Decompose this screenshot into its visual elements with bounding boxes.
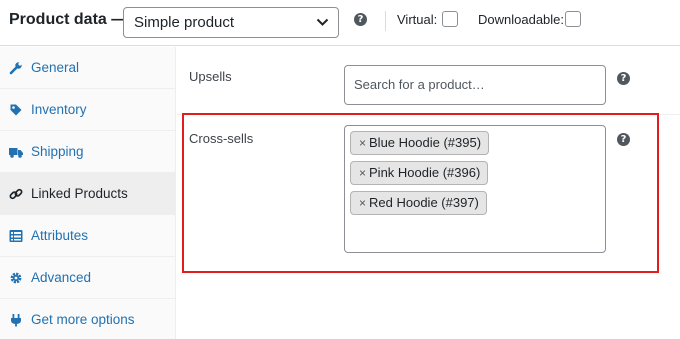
tab-attributes[interactable]: Attributes: [0, 215, 175, 257]
product-data-tabs: General Inventory Shipping Linked Produc…: [0, 47, 176, 339]
virtual-label: Virtual:: [397, 12, 438, 27]
chip-label: Pink Hoodie (#396): [369, 165, 481, 180]
tag-icon: [10, 104, 22, 116]
chevron-down-icon: [316, 18, 329, 26]
tab-label: General: [31, 60, 80, 75]
remove-chip-icon[interactable]: ×: [359, 166, 366, 180]
tab-general[interactable]: General: [0, 47, 175, 89]
remove-chip-icon[interactable]: ×: [359, 196, 366, 210]
product-data-header: Product data — Simple product ? Virtual:…: [0, 0, 680, 46]
wrench-icon: [9, 62, 22, 75]
tab-label: Shipping: [31, 144, 84, 159]
panel-title: Product data —: [9, 11, 128, 28]
tab-label: Attributes: [31, 228, 89, 243]
linked-products-panel: Upsells Search for a product… ? Cross-se…: [177, 47, 680, 339]
chip-label: Red Hoodie (#397): [369, 195, 479, 210]
chip-label: Blue Hoodie (#395): [369, 135, 482, 150]
list-icon: [9, 230, 23, 242]
tab-label: Advanced: [31, 270, 92, 285]
crosssells-help-icon[interactable]: ?: [617, 133, 630, 146]
crosssells-label: Cross-sells: [189, 131, 254, 146]
tab-linked-products[interactable]: Linked Products: [0, 173, 175, 215]
downloadable-checkbox[interactable]: [565, 11, 581, 27]
tab-get-more-options[interactable]: Get more options: [0, 299, 175, 339]
tab-label: Inventory: [31, 102, 87, 117]
truck-icon: [9, 148, 23, 158]
product-type-select[interactable]: Simple product: [123, 7, 339, 38]
downloadable-label: Downloadable:: [478, 12, 565, 27]
upsells-label: Upsells: [189, 69, 232, 84]
upsells-help-icon[interactable]: ?: [617, 72, 630, 85]
product-type-value: Simple product: [134, 14, 235, 31]
upsells-placeholder: Search for a product…: [354, 77, 485, 92]
crosssell-chip: × Blue Hoodie (#395): [350, 131, 490, 155]
crosssells-select[interactable]: × Blue Hoodie (#395) × Pink Hoodie (#396) …: [344, 125, 606, 253]
tab-label: Linked Products: [31, 186, 128, 201]
product-type-help-icon[interactable]: ?: [354, 13, 367, 26]
tab-inventory[interactable]: Inventory: [0, 89, 175, 131]
virtual-checkbox[interactable]: [442, 11, 458, 27]
gear-icon: [10, 272, 22, 284]
tab-advanced[interactable]: Advanced: [0, 257, 175, 299]
upsells-search-input[interactable]: Search for a product…: [344, 65, 606, 105]
header-divider: [385, 11, 386, 31]
tab-label: Get more options: [31, 312, 135, 327]
crosssell-chip: × Red Hoodie (#397): [350, 191, 487, 215]
link-icon: [9, 188, 23, 200]
remove-chip-icon[interactable]: ×: [359, 136, 366, 150]
crosssell-chip: × Pink Hoodie (#396): [350, 161, 489, 185]
tab-shipping[interactable]: Shipping: [0, 131, 175, 173]
plugin-icon: [11, 314, 21, 327]
